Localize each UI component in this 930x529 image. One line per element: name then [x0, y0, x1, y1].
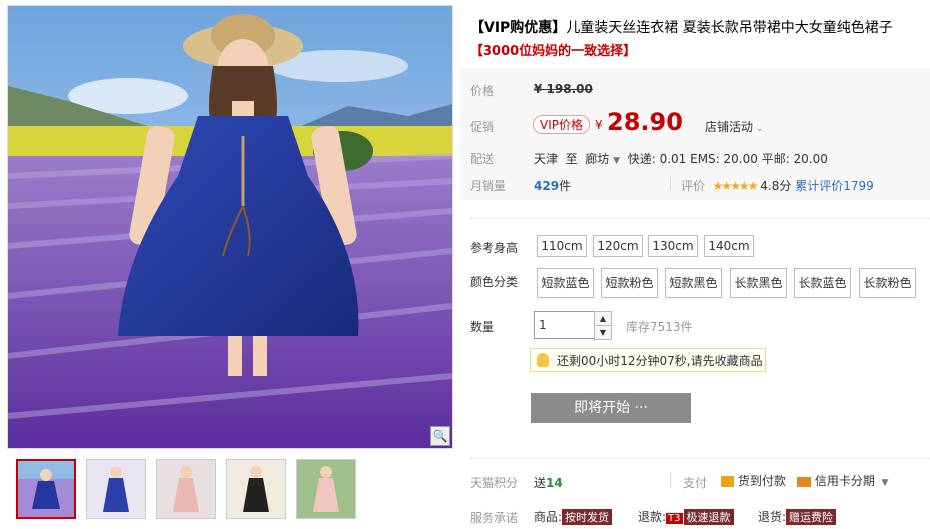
tmall-points-label: 天猫积分	[470, 476, 519, 490]
product-photo	[8, 6, 452, 448]
credit-card-icon	[797, 476, 811, 487]
main-product-image[interactable]: 🔍	[7, 5, 453, 449]
installment-label: 信用卡分期	[814, 474, 875, 488]
active-caret-icon	[41, 459, 51, 460]
title-text: 儿童装天丝连衣裙 夏装长款吊带裙中大女童纯色裙子	[566, 20, 893, 36]
service-refund-label: 退款:	[638, 510, 667, 524]
currency-symbol: ¥	[595, 118, 603, 132]
color-option-long-blue[interactable]: 长款蓝色	[794, 268, 851, 298]
thumbnail-image	[157, 460, 215, 518]
shipping-insurance-tag[interactable]: 赠运费险	[786, 509, 837, 525]
quantity-increase-button[interactable]: ▲	[594, 311, 612, 326]
tmall-points: 送14	[534, 474, 563, 491]
quantity-decrease-button[interactable]: ▼	[594, 325, 612, 340]
on-time-shipping-tag[interactable]: 按时发货	[562, 509, 613, 525]
size-label: 参考身高	[470, 241, 519, 255]
shipping-fees: 快递: 0.01 EMS: 20.00 平邮: 20.00	[627, 152, 828, 166]
service-goods: 商品: 按时发货	[534, 508, 613, 525]
service-goods-label: 商品:	[534, 510, 563, 524]
store-activity-label: 店铺活动	[705, 120, 754, 134]
thumbnail-1[interactable]	[16, 459, 76, 519]
sales-unit: 件	[559, 179, 572, 193]
current-price: 28.90	[607, 108, 683, 136]
color-option-long-black[interactable]: 长款黑色	[730, 268, 787, 298]
shipping-label: 配送	[470, 152, 495, 166]
size-option-130[interactable]: 130cm	[648, 235, 698, 257]
cod-label: 货到付款	[737, 474, 786, 488]
shipping-to-word: 至	[565, 152, 578, 166]
bulb-icon	[537, 353, 549, 367]
shipping-destination: 廊坊	[585, 152, 610, 166]
thumbnail-image	[18, 461, 74, 517]
rating-label: 评价	[681, 179, 706, 193]
original-price: ¥ 198.00	[534, 82, 593, 96]
star-rating-icon: ★★★★★	[712, 179, 759, 193]
points-give: 送	[534, 476, 547, 490]
coming-soon-button[interactable]: 即将开始 ···	[531, 393, 691, 423]
price-label: 价格	[470, 84, 495, 98]
cod-icon	[721, 476, 734, 487]
shipping-from: 天津	[534, 152, 559, 166]
dropdown-arrow-icon: ▼	[878, 478, 889, 488]
monthly-sales-label: 月销量	[470, 179, 507, 193]
fast-refund-tag[interactable]: 极速退款	[683, 509, 734, 525]
cod-option[interactable]: 货到付款	[721, 472, 786, 489]
color-label: 颜色分类	[470, 275, 519, 289]
chevron-down-icon: ⌄	[753, 124, 764, 134]
divider	[670, 176, 671, 190]
quantity-input[interactable]: 1	[534, 311, 596, 339]
shipping-destination-select[interactable]: 廊坊 ▼	[585, 152, 620, 166]
thumbnail-strip	[16, 459, 356, 519]
color-option-short-black[interactable]: 短款黑色	[665, 268, 722, 298]
quantity-label: 数量	[470, 320, 495, 334]
promo-label: 促销	[470, 120, 495, 134]
thumbnail-5[interactable]	[296, 459, 356, 519]
size-option-120[interactable]: 120cm	[593, 235, 643, 257]
service-refund: 退款: T3 极速退款	[638, 508, 734, 525]
title-prefix: 【VIP购优惠】	[470, 20, 567, 36]
thumbnail-image	[297, 460, 355, 518]
thumbnail-4[interactable]	[226, 459, 286, 519]
product-subtitle: 【3000位妈妈的一致选择】	[470, 44, 637, 59]
service-return: 退货: 赠运费险	[758, 508, 837, 525]
product-title: 【VIP购优惠】儿童装天丝连衣裙 夏装长款吊带裙中大女童纯色裙子	[470, 17, 925, 37]
thumbnail-2[interactable]	[86, 459, 146, 519]
countdown-text: 还剩00小时12分钟07秒,请先收藏商品	[557, 354, 763, 368]
thumbnail-image	[87, 460, 145, 518]
section-divider	[470, 218, 930, 219]
zoom-icon[interactable]: 🔍	[430, 426, 450, 446]
service-return-label: 退货:	[758, 510, 787, 524]
divider	[670, 472, 671, 488]
service-label: 服务承诺	[470, 511, 519, 525]
vip-price-badge: VIP价格	[533, 115, 590, 134]
color-option-long-pink[interactable]: 长款粉色	[859, 268, 916, 298]
size-option-140[interactable]: 140cm	[704, 235, 754, 257]
t3-badge: T3	[666, 513, 683, 524]
payment-label: 支付	[683, 476, 708, 490]
total-reviews-link[interactable]: 累计评价1799	[795, 179, 874, 193]
size-option-110[interactable]: 110cm	[537, 235, 587, 257]
store-activity-dropdown[interactable]: 店铺活动 ⌄	[705, 118, 763, 135]
rating-block: 评价 ★★★★★ 4.8分 累计评价1799	[681, 177, 874, 194]
stock-count: 库存7513件	[626, 320, 693, 334]
color-option-short-blue[interactable]: 短款蓝色	[537, 268, 594, 298]
rating-score: 4.8分	[760, 179, 792, 193]
monthly-sales: 429件	[534, 177, 571, 194]
installment-option[interactable]: 信用卡分期 ▼	[797, 472, 888, 489]
shipping-info: 天津 至 廊坊 ▼ 快递: 0.01 EMS: 20.00 平邮: 20.00	[534, 150, 828, 167]
points-value: 14	[546, 476, 563, 490]
thumbnail-3[interactable]	[156, 459, 216, 519]
sales-count: 429	[534, 179, 560, 193]
section-divider	[470, 458, 930, 459]
dropdown-arrow-icon: ▼	[613, 156, 621, 166]
color-option-short-pink[interactable]: 短款粉色	[601, 268, 658, 298]
countdown-notice: 还剩00小时12分钟07秒,请先收藏商品	[530, 348, 766, 372]
thumbnail-image	[227, 460, 285, 518]
